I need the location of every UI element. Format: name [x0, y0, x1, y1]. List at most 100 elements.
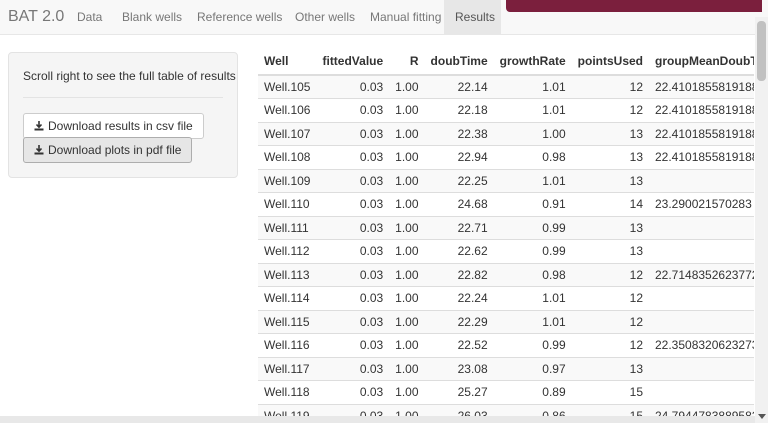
table-cell: Well.111: [258, 215, 317, 240]
table-cell: Well.109: [258, 168, 317, 193]
column-header[interactable]: growthRate: [493, 48, 572, 76]
table-row: Well.107 0.03 1.00 22.38 1.00 13 22.4101855819…: [258, 121, 754, 146]
table-cell: 22.4101855819188: [649, 121, 754, 146]
table-cell: 0.03: [316, 192, 390, 216]
table-cell: 0.03: [316, 121, 390, 146]
horizontal-scrollbar[interactable]: [0, 416, 755, 423]
table-cell: [649, 356, 754, 381]
table-cell: 0.99: [493, 333, 572, 357]
table-cell: 1.01: [493, 74, 572, 99]
table-cell: 1.01: [493, 98, 572, 122]
table-cell: Well.118: [258, 380, 317, 404]
table-cell: 1.00: [389, 356, 425, 381]
table-cell: [649, 215, 754, 240]
table-cell: 22.4101855819188: [649, 98, 754, 122]
table-cell: 0.03: [316, 380, 390, 404]
scrollbar-thumb[interactable]: [757, 21, 766, 81]
column-header[interactable]: fittedValue: [316, 48, 390, 76]
column-header[interactable]: R: [389, 48, 425, 76]
table-cell: 13: [571, 356, 649, 381]
table-row: Well.110 0.03 1.00 24.68 0.91 14 23.2900215702…: [258, 192, 754, 216]
table-cell: 22.18: [424, 98, 494, 122]
table-cell: Well.115: [258, 309, 317, 334]
table-cell: 13: [571, 168, 649, 193]
table-row: Well.117 0.03 1.00 23.08 0.97 13: [258, 356, 754, 381]
download-icon: [34, 121, 44, 131]
table-cell: 0.03: [316, 309, 390, 334]
table-cell: 0.99: [493, 215, 572, 240]
column-header[interactable]: pointsUsed: [571, 48, 649, 76]
tab-reference-wells[interactable]: Reference wells: [191, 0, 288, 35]
table-cell: 1.01: [493, 168, 572, 193]
table-row: Well.108 0.03 1.00 22.94 0.98 13 22.4101855819…: [258, 145, 754, 169]
table-cell: 22.62: [424, 239, 494, 263]
table-row: Well.116 0.03 1.00 22.52 0.99 12 22.3508320623…: [258, 333, 754, 357]
table-cell: 1.00: [389, 333, 425, 357]
table-cell: 22.4101855819188: [649, 145, 754, 169]
table-cell: 23.290021570283: [649, 192, 754, 216]
tab-blank-wells[interactable]: Blank wells: [116, 0, 188, 35]
table-cell: 0.03: [316, 262, 390, 287]
table-cell: 0.03: [316, 74, 390, 99]
table-cell: 0.89: [493, 380, 572, 404]
table-cell: 23.08: [424, 356, 494, 381]
scroll-down-arrow-icon[interactable]: [758, 414, 766, 419]
table-cell: 12: [571, 262, 649, 287]
table-cell: [649, 286, 754, 310]
table-cell: Well.117: [258, 356, 317, 381]
table-cell: 12: [571, 98, 649, 122]
table-cell: 22.4101855819188: [649, 74, 754, 99]
tab-manual-fitting[interactable]: Manual fitting: [364, 0, 447, 35]
table-cell: 1.00: [389, 239, 425, 263]
download-icon: [34, 145, 44, 155]
table-cell: Well.105: [258, 74, 317, 99]
table-row: Well.106 0.03 1.00 22.18 1.01 12 22.4101855819…: [258, 98, 754, 122]
table-cell: 1.00: [389, 286, 425, 310]
download-pdf-button[interactable]: Download plots in pdf file: [23, 137, 193, 163]
table-cell: 14: [571, 192, 649, 216]
column-header[interactable]: doubTime: [424, 48, 494, 76]
table-cell: 22.71: [424, 215, 494, 240]
table-cell: 1.00: [389, 145, 425, 169]
table-cell: 12: [571, 286, 649, 310]
table-cell: 13: [571, 215, 649, 240]
table-cell: 0.03: [316, 356, 390, 381]
table-cell: 0.03: [316, 98, 390, 122]
table-header-row: Well fittedValue R doubTime growthRate p…: [258, 48, 754, 76]
table-cell: Well.113: [258, 262, 317, 287]
table-cell: Well.107: [258, 121, 317, 146]
table-cell: 22.7148352623772: [649, 262, 754, 287]
table-cell: Well.114: [258, 286, 317, 310]
table-cell: 0.97: [493, 356, 572, 381]
download-csv-button[interactable]: Download results in csv file: [23, 113, 204, 139]
table-cell: 0.98: [493, 262, 572, 287]
column-header[interactable]: Well: [258, 48, 317, 76]
table-cell: 24.68: [424, 192, 494, 216]
table-row: Well.111 0.03 1.00 22.71 0.99 13: [258, 215, 754, 240]
table-cell: [649, 309, 754, 334]
app-brand[interactable]: BAT 2.0: [8, 8, 64, 26]
table-row: Well.109 0.03 1.00 22.25 1.01 13: [258, 168, 754, 193]
table-cell: 1.00: [389, 74, 425, 99]
tab-results[interactable]: Results: [444, 0, 501, 35]
table-cell: 12: [571, 74, 649, 99]
tab-other-wells[interactable]: Other wells: [289, 0, 361, 35]
results-table-container[interactable]: Well fittedValue R doubTime growthRate p…: [258, 48, 754, 423]
column-header[interactable]: groupMeanDoubT: [649, 48, 754, 76]
table-cell: 0.03: [316, 215, 390, 240]
table-cell: 0.03: [316, 286, 390, 310]
table-cell: 0.03: [316, 168, 390, 193]
table-cell: 25.27: [424, 380, 494, 404]
table-cell: 1.00: [389, 309, 425, 334]
vertical-scrollbar[interactable]: [755, 17, 768, 423]
table-cell: 0.03: [316, 239, 390, 263]
table-cell: 1.01: [493, 309, 572, 334]
tab-data[interactable]: Data: [71, 0, 108, 35]
download-pdf-label: Download plots in pdf file: [48, 143, 182, 157]
table-row: Well.113 0.03 1.00 22.82 0.98 12 22.7148352623…: [258, 262, 754, 287]
table-cell: 22.29: [424, 309, 494, 334]
table-cell: 1.01: [493, 286, 572, 310]
table-cell: 13: [571, 239, 649, 263]
table-cell: 1.00: [389, 215, 425, 240]
table-row: Well.115 0.03 1.00 22.29 1.01 12: [258, 309, 754, 334]
